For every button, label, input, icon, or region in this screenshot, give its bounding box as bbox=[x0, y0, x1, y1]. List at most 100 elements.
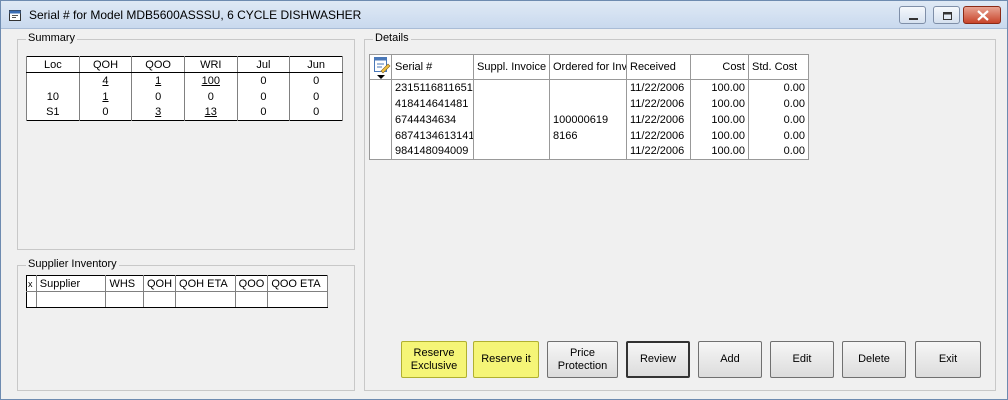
table-row: 4 1 100 0 0 bbox=[26, 72, 343, 89]
reserve-exclusive-label-1: Reserve bbox=[413, 346, 455, 359]
details-cell-serial[interactable]: 984148094009 bbox=[391, 143, 474, 160]
details-cell-cost[interactable]: 100.00 bbox=[690, 111, 749, 128]
table-row[interactable]: 6744434634 100000619 11/22/2006 100.00 0… bbox=[369, 111, 809, 128]
supplier-col-supplier[interactable]: Supplier bbox=[36, 275, 107, 292]
supplier-col-qoh-eta[interactable]: QOH ETA bbox=[175, 275, 236, 292]
minimize-button[interactable] bbox=[899, 6, 926, 24]
supplier-header-row: x Supplier WHS QOH QOH ETA QOO QOO ETA bbox=[26, 275, 328, 292]
details-cell-serial[interactable]: 6744434634 bbox=[391, 111, 474, 128]
row-selector[interactable] bbox=[369, 111, 392, 128]
row-selector[interactable] bbox=[369, 127, 392, 144]
details-cell-std-cost[interactable]: 0.00 bbox=[748, 127, 809, 144]
summary-cell-link[interactable]: 100 bbox=[183, 72, 238, 89]
add-button[interactable]: Add bbox=[698, 341, 762, 378]
details-cell-cost[interactable]: 100.00 bbox=[690, 127, 749, 144]
details-cell-received[interactable]: 11/22/2006 bbox=[626, 127, 691, 144]
supplier-cell bbox=[267, 291, 328, 308]
summary-cell-link[interactable]: 13 bbox=[183, 104, 238, 121]
details-cell-cost[interactable]: 100.00 bbox=[690, 95, 749, 112]
details-cell-received[interactable]: 11/22/2006 bbox=[626, 143, 691, 160]
edit-record-icon bbox=[374, 57, 391, 79]
details-cell-ordered-for-inv[interactable]: 8166 bbox=[549, 127, 627, 144]
details-cell-ordered-for-inv[interactable] bbox=[549, 95, 627, 112]
reserve-exclusive-button[interactable]: Reserve Exclusive bbox=[401, 341, 467, 378]
review-label: Review bbox=[639, 353, 677, 365]
supplier-col-qoo-eta[interactable]: QOO ETA bbox=[267, 275, 328, 292]
row-selector[interactable] bbox=[369, 95, 392, 112]
table-row[interactable]: 984148094009 11/22/2006 100.00 0.00 bbox=[369, 143, 809, 160]
summary-col-qoh: QOH bbox=[78, 56, 133, 73]
price-protection-button[interactable]: Price Protection bbox=[547, 341, 618, 378]
details-cell-std-cost[interactable]: 0.00 bbox=[748, 143, 809, 160]
summary-cell: 10 bbox=[26, 88, 80, 105]
details-cell-suppl-invoice[interactable] bbox=[473, 95, 550, 112]
summary-cell: 0 bbox=[236, 88, 291, 105]
close-button[interactable] bbox=[963, 6, 1001, 24]
supplier-col-whs[interactable]: WHS bbox=[105, 275, 144, 292]
details-cell-received[interactable]: 11/22/2006 bbox=[626, 95, 691, 112]
reserve-it-button[interactable]: Reserve it bbox=[473, 341, 539, 378]
summary-cell-link[interactable]: 1 bbox=[78, 88, 133, 105]
summary-table: Loc QOH QOO WRI Jul Jun 4 1 100 0 0 10 1… bbox=[26, 56, 343, 121]
details-cell-serial[interactable]: 23151168116519 bbox=[391, 79, 474, 96]
details-col-suppl-invoice[interactable]: Suppl. Invoice bbox=[473, 54, 550, 80]
summary-cell: 0 bbox=[289, 72, 343, 89]
review-button[interactable]: Review bbox=[626, 341, 690, 378]
details-cell-suppl-invoice[interactable] bbox=[473, 143, 550, 160]
table-row[interactable]: 418414641481 11/22/2006 100.00 0.00 bbox=[369, 95, 809, 112]
details-label: Details bbox=[373, 32, 411, 44]
details-cell-cost[interactable]: 100.00 bbox=[690, 79, 749, 96]
maximize-icon bbox=[943, 12, 952, 20]
supplier-col-qoh[interactable]: QOH bbox=[143, 275, 177, 292]
details-cell-std-cost[interactable]: 0.00 bbox=[748, 79, 809, 96]
summary-cell: 0 bbox=[131, 88, 185, 105]
price-protection-label-1: Price bbox=[569, 346, 596, 359]
table-row[interactable]: 6874134613141 8166 11/22/2006 100.00 0.0… bbox=[369, 127, 809, 144]
supplier-cell bbox=[235, 291, 269, 308]
summary-col-wri: WRI bbox=[183, 56, 238, 73]
row-selector[interactable] bbox=[369, 143, 392, 160]
table-row[interactable]: 23151168116519 11/22/2006 100.00 0.00 bbox=[369, 79, 809, 96]
details-col-serial[interactable]: Serial # bbox=[391, 54, 474, 80]
details-cell-suppl-invoice[interactable] bbox=[473, 127, 550, 144]
details-cell-received[interactable]: 11/22/2006 bbox=[626, 111, 691, 128]
details-cell-std-cost[interactable]: 0.00 bbox=[748, 111, 809, 128]
delete-button[interactable]: Delete bbox=[842, 341, 906, 378]
details-table: Serial # Suppl. Invoice Ordered for Inv … bbox=[369, 54, 809, 160]
edit-record-button[interactable] bbox=[369, 54, 392, 80]
details-cell-std-cost[interactable]: 0.00 bbox=[748, 95, 809, 112]
exit-label: Exit bbox=[938, 353, 958, 365]
details-header-row: Serial # Suppl. Invoice Ordered for Inv … bbox=[369, 54, 809, 80]
details-cell-received[interactable]: 11/22/2006 bbox=[626, 79, 691, 96]
title-bar[interactable]: Serial # for Model MDB5600ASSSU, 6 CYCLE… bbox=[1, 1, 1007, 29]
summary-cell-link[interactable]: 1 bbox=[131, 72, 185, 89]
supplier-col-qoo[interactable]: QOO bbox=[235, 275, 269, 292]
details-col-cost[interactable]: Cost bbox=[690, 54, 749, 80]
supplier-cell bbox=[26, 291, 37, 308]
summary-cell: 0 bbox=[183, 88, 238, 105]
summary-label: Summary bbox=[26, 32, 78, 44]
row-selector[interactable] bbox=[369, 79, 392, 96]
details-cell-suppl-invoice[interactable] bbox=[473, 79, 550, 96]
details-cell-ordered-for-inv[interactable] bbox=[549, 79, 627, 96]
summary-cell: 0 bbox=[289, 88, 343, 105]
summary-cell: 0 bbox=[78, 104, 133, 121]
details-cell-serial[interactable]: 6874134613141 bbox=[391, 127, 474, 144]
details-cell-cost[interactable]: 100.00 bbox=[690, 143, 749, 160]
details-cell-ordered-for-inv[interactable] bbox=[549, 143, 627, 160]
add-label: Add bbox=[720, 353, 740, 365]
details-col-std-cost[interactable]: Std. Cost bbox=[748, 54, 809, 80]
summary-cell-link[interactable]: 3 bbox=[131, 104, 185, 121]
details-col-ordered-for-inv[interactable]: Ordered for Inv bbox=[549, 54, 627, 80]
maximize-button[interactable] bbox=[933, 6, 960, 24]
supplier-cell bbox=[175, 291, 236, 308]
details-cell-ordered-for-inv[interactable]: 100000619 bbox=[549, 111, 627, 128]
edit-button[interactable]: Edit bbox=[770, 341, 834, 378]
summary-cell-link[interactable]: 4 bbox=[78, 72, 133, 89]
exit-button[interactable]: Exit bbox=[915, 341, 981, 378]
details-cell-suppl-invoice[interactable] bbox=[473, 111, 550, 128]
supplier-corner[interactable]: x bbox=[26, 275, 37, 292]
window-icon bbox=[9, 10, 21, 21]
details-cell-serial[interactable]: 418414641481 bbox=[391, 95, 474, 112]
details-col-received[interactable]: Received bbox=[626, 54, 691, 80]
